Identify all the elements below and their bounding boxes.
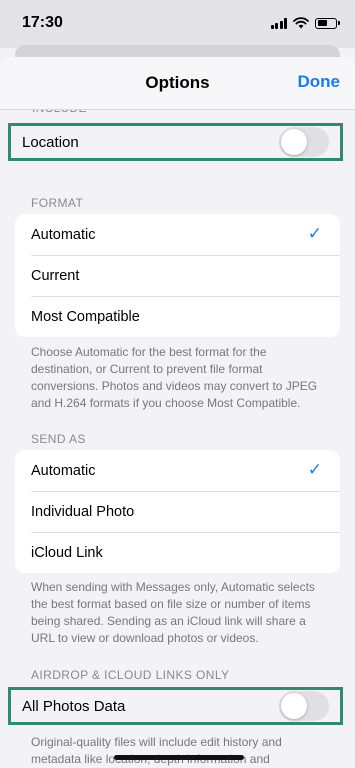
send-as-option-automatic[interactable]: Automatic ✓	[15, 450, 340, 491]
toggle-knob	[281, 693, 307, 719]
format-option-automatic[interactable]: Automatic ✓	[15, 214, 340, 255]
location-label: Location	[22, 133, 79, 151]
home-indicator	[114, 755, 244, 760]
option-label: Individual Photo	[31, 503, 135, 520]
all-photos-data-toggle[interactable]	[279, 691, 329, 721]
send-as-group: Automatic ✓ Individual Photo iCloud Link	[15, 450, 340, 573]
scroll-content[interactable]: INCLUDE Location FORMAT Automatic ✓ Curr…	[0, 57, 355, 768]
send-as-option-individual-photo[interactable]: Individual Photo	[15, 491, 340, 532]
wifi-icon	[293, 17, 309, 29]
format-footer: Choose Automatic for the best format for…	[31, 345, 318, 410]
format-option-most-compatible[interactable]: Most Compatible	[15, 296, 340, 337]
status-bar: 17:30	[0, 0, 355, 48]
toggle-knob	[281, 129, 307, 155]
options-sheet: Options Done INCLUDE Location FORMAT Aut…	[0, 57, 355, 768]
send-as-footer: When sending with Messages only, Automat…	[31, 580, 315, 645]
all-photos-data-row[interactable]: All Photos Data	[8, 687, 343, 725]
airdrop-footer: Original-quality files will include edit…	[31, 735, 282, 766]
format-group: Automatic ✓ Current Most Compatible	[15, 214, 340, 337]
location-toggle[interactable]	[279, 127, 329, 157]
send-as-section-header: SEND AS	[31, 432, 86, 446]
checkmark-icon: ✓	[307, 224, 322, 243]
format-section-header: FORMAT	[31, 196, 84, 210]
status-icons	[270, 17, 340, 29]
airdrop-section-header: AIRDROP & ICLOUD LINKS ONLY	[31, 668, 230, 682]
checkmark-icon: ✓	[307, 460, 322, 479]
option-label: Automatic	[31, 462, 96, 479]
battery-icon	[315, 17, 340, 29]
option-label: Current	[31, 267, 80, 284]
option-label: Most Compatible	[31, 308, 140, 325]
send-as-option-icloud-link[interactable]: iCloud Link	[15, 532, 340, 573]
option-label: Automatic	[31, 226, 96, 243]
option-label: iCloud Link	[31, 544, 103, 561]
location-row[interactable]: Location	[8, 123, 343, 161]
status-time: 17:30	[22, 14, 63, 31]
done-button[interactable]: Done	[298, 72, 341, 92]
format-option-current[interactable]: Current	[15, 255, 340, 296]
nav-bar: Options Done	[0, 57, 355, 110]
all-photos-data-label: All Photos Data	[22, 697, 126, 715]
cellular-signal-icon	[270, 17, 287, 29]
